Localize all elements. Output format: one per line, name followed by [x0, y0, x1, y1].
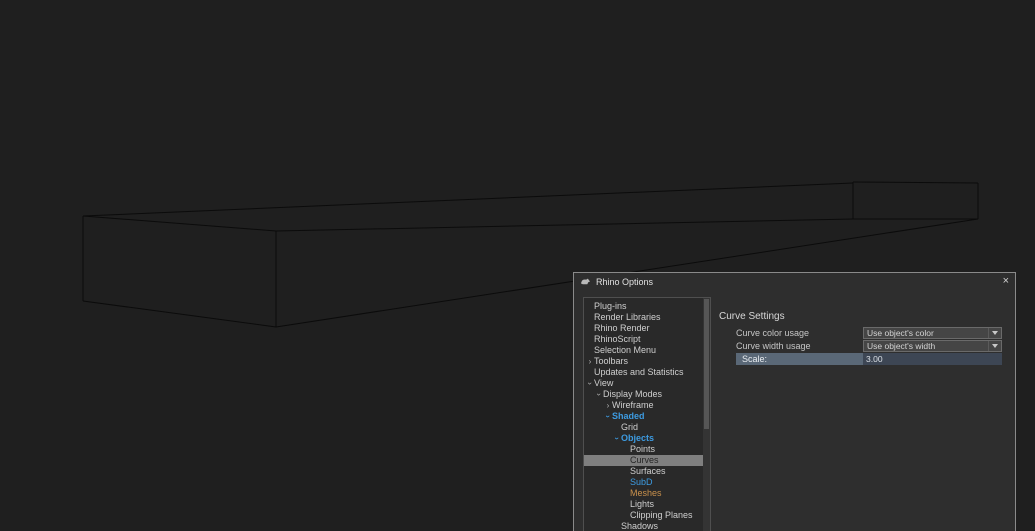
tree-item-lights[interactable]: Lights: [584, 499, 703, 510]
tree-item-label: Clipping Planes: [630, 510, 693, 520]
tree-item-label: Points: [630, 444, 656, 454]
tree-item-updates-and-statistics[interactable]: Updates and Statistics: [584, 367, 703, 378]
tree-item-rhino-render[interactable]: Rhino Render: [584, 323, 703, 334]
tree-item-label: Grid: [621, 422, 639, 432]
chevron-down-icon[interactable]: [988, 341, 1001, 351]
scale-label: Scale:: [736, 353, 863, 365]
tree-item-display-modes[interactable]: ›Display Modes: [584, 389, 703, 400]
tree-item-label: Shaded: [612, 411, 645, 421]
tree-item-objects[interactable]: ›Objects: [584, 433, 703, 444]
curve-color-usage-row: Curve color usage Use object's color: [719, 327, 1002, 339]
tree-item-meshes[interactable]: Meshes: [584, 488, 703, 499]
close-icon[interactable]: ×: [1003, 273, 1009, 290]
options-tree: Plug-ins Render Libraries Rhino Render Rhin…: [583, 297, 711, 531]
tree-item-label: Shadows: [621, 521, 659, 531]
curve-width-usage-dropdown[interactable]: Use object's width: [863, 340, 1002, 352]
options-tree-rows: Plug-ins Render Libraries Rhino Render Rhin…: [584, 301, 703, 531]
chevron-right-icon[interactable]: ›: [604, 400, 612, 411]
curve-width-usage-row: Curve width usage Use object's width: [719, 340, 1002, 352]
tree-item-shadows[interactable]: Shadows: [584, 521, 703, 531]
tree-item-label: Lights: [630, 499, 655, 509]
tree-item-clipping-planes[interactable]: Clipping Planes: [584, 510, 703, 521]
tree-item-view[interactable]: ›View: [584, 378, 703, 389]
tree-item-render-libraries[interactable]: Render Libraries: [584, 312, 703, 323]
curve-color-usage-dropdown[interactable]: Use object's color: [863, 327, 1002, 339]
dialog-title: Rhino Options: [596, 276, 654, 287]
chevron-down-icon[interactable]: ›: [585, 380, 596, 388]
tree-item-rhinoscript[interactable]: RhinoScript: [584, 334, 703, 345]
tree-item-label: Meshes: [630, 488, 662, 498]
tree-item-curves[interactable]: Curves: [584, 455, 703, 466]
tree-item-label: Toolbars: [594, 356, 629, 366]
chevron-right-icon[interactable]: ›: [586, 356, 594, 367]
curve-width-usage-label: Curve width usage: [736, 341, 811, 351]
chevron-down-icon[interactable]: ›: [612, 435, 623, 443]
tree-item-label: Wireframe: [612, 400, 654, 410]
tree-item-label: Display Modes: [603, 389, 663, 399]
tree-item-subd[interactable]: SubD: [584, 477, 703, 488]
panel-heading: Curve Settings: [719, 311, 785, 322]
tree-item-shaded[interactable]: ›Shaded: [584, 411, 703, 422]
tree-item-points[interactable]: Points: [584, 444, 703, 455]
tree-item-label: SubD: [630, 477, 653, 487]
chevron-down-icon[interactable]: [988, 328, 1001, 338]
tree-item-wireframe[interactable]: › Wireframe: [584, 400, 703, 411]
tree-item-grid[interactable]: Grid: [584, 422, 703, 433]
dialog-titlebar[interactable]: Rhino Options ×: [574, 273, 1015, 290]
tree-item-label: Objects: [621, 433, 655, 443]
tree-item-label: Surfaces: [630, 466, 666, 476]
tree-item-label: Plug-ins: [594, 301, 627, 311]
tree-item-toolbars[interactable]: › Toolbars: [584, 356, 703, 367]
dropdown-value: Use object's color: [867, 328, 934, 338]
tree-scrollbar-thumb[interactable]: [704, 299, 709, 429]
scale-input[interactable]: 3.00: [863, 353, 1002, 365]
tree-item-label: Updates and Statistics: [594, 367, 684, 377]
tree-item-label: Render Libraries: [594, 312, 661, 322]
tree-item-label: Selection Menu: [594, 345, 657, 355]
tree-item-label: View: [594, 378, 614, 388]
tree-item-selection-menu[interactable]: Selection Menu: [584, 345, 703, 356]
tree-item-label: RhinoScript: [594, 334, 641, 344]
scale-row[interactable]: Scale: 3.00: [719, 353, 1002, 365]
rhino-logo-icon: [580, 278, 591, 285]
curve-settings-panel: Curve Settings Curve color usage Use obj…: [719, 311, 1002, 366]
chevron-down-icon[interactable]: ›: [594, 391, 605, 399]
tree-item-plug-ins[interactable]: Plug-ins: [584, 301, 703, 312]
tree-item-label: Curves: [630, 455, 659, 465]
dropdown-value: Use object's width: [867, 341, 936, 351]
chevron-down-icon[interactable]: ›: [603, 413, 614, 421]
rhino-options-dialog: Rhino Options × Plug-ins Render Libraries…: [573, 272, 1016, 531]
tree-item-label: Rhino Render: [594, 323, 650, 333]
curve-color-usage-label: Curve color usage: [736, 328, 810, 338]
tree-item-surfaces[interactable]: Surfaces: [584, 466, 703, 477]
tree-scrollbar[interactable]: [703, 298, 710, 531]
rhino-3d-viewport[interactable]: Rhino Options × Plug-ins Render Libraries…: [0, 0, 1035, 531]
